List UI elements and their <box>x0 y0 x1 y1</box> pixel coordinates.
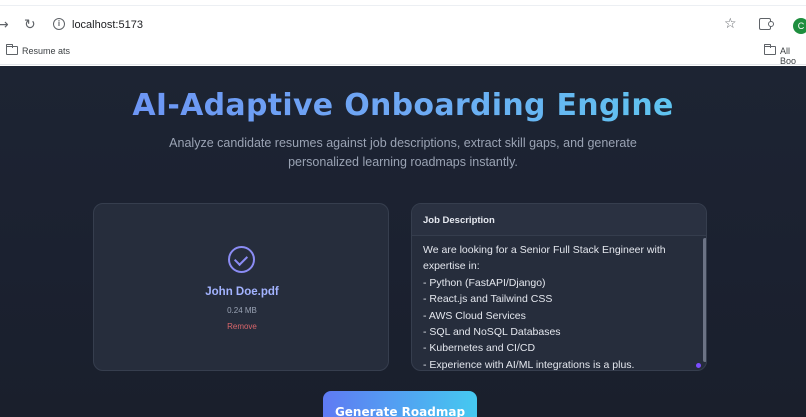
uploaded-file-size: 0.24 MB <box>227 306 257 315</box>
bookmarks-bar: Resume ats All Boo <box>0 40 806 66</box>
bookmark-resume-ats[interactable]: Resume ats <box>22 46 70 56</box>
uploaded-file-name: John Doe.pdf <box>205 286 279 298</box>
jd-line: - Python (FastAPI/Django) <box>423 276 546 289</box>
jd-line: - React.js and Tailwind CSS <box>423 293 553 306</box>
resume-upload-card[interactable]: John Doe.pdf 0.24 MB Remove <box>93 203 389 371</box>
page-subtitle: Analyze candidate resumes against job de… <box>169 136 637 169</box>
folder-icon <box>6 44 18 55</box>
app-page: AI-Adaptive Onboarding Engine Analyze ca… <box>0 66 806 417</box>
jd-line: - Experience with AI/ML integrations is … <box>423 358 635 371</box>
generate-roadmap-button[interactable]: Generate Roadmap <box>323 391 477 417</box>
remove-file-button[interactable]: Remove <box>94 322 390 331</box>
reload-icon[interactable]: ↻ <box>24 17 36 33</box>
job-description-label: Job Description <box>423 215 495 226</box>
textarea-resize-handle[interactable] <box>696 363 701 368</box>
page-title: AI-Adaptive Onboarding Engine <box>0 88 806 123</box>
jd-line: expertise in: <box>423 260 480 273</box>
folder-icon <box>764 44 776 55</box>
jd-line: - Kubernetes and CI/CD <box>423 342 536 355</box>
address-bar-url[interactable]: localhost:5173 <box>72 19 143 31</box>
textarea-scrollbar[interactable] <box>703 238 706 362</box>
job-description-textarea[interactable]: We are looking for a Senior Full Stack E… <box>423 242 699 371</box>
forward-arrow-icon[interactable]: → <box>0 17 9 33</box>
job-description-header: Job Description <box>412 204 706 236</box>
profile-avatar[interactable]: C <box>793 18 806 34</box>
extensions-icon[interactable] <box>759 18 774 30</box>
tab-strip-edge <box>0 0 806 6</box>
bookmark-all-bookmarks[interactable]: All Boo <box>780 46 806 66</box>
jd-line: - AWS Cloud Services <box>423 309 526 322</box>
jd-line: - SQL and NoSQL Databases <box>423 326 561 339</box>
site-info-icon[interactable]: i <box>53 18 65 30</box>
jd-line: We are looking for a Senior Full Stack E… <box>423 244 666 256</box>
bookmark-star-icon[interactable]: ☆ <box>724 16 737 32</box>
check-circle-icon <box>228 246 255 273</box>
job-description-card: Job Description We are looking for a Sen… <box>411 203 707 371</box>
